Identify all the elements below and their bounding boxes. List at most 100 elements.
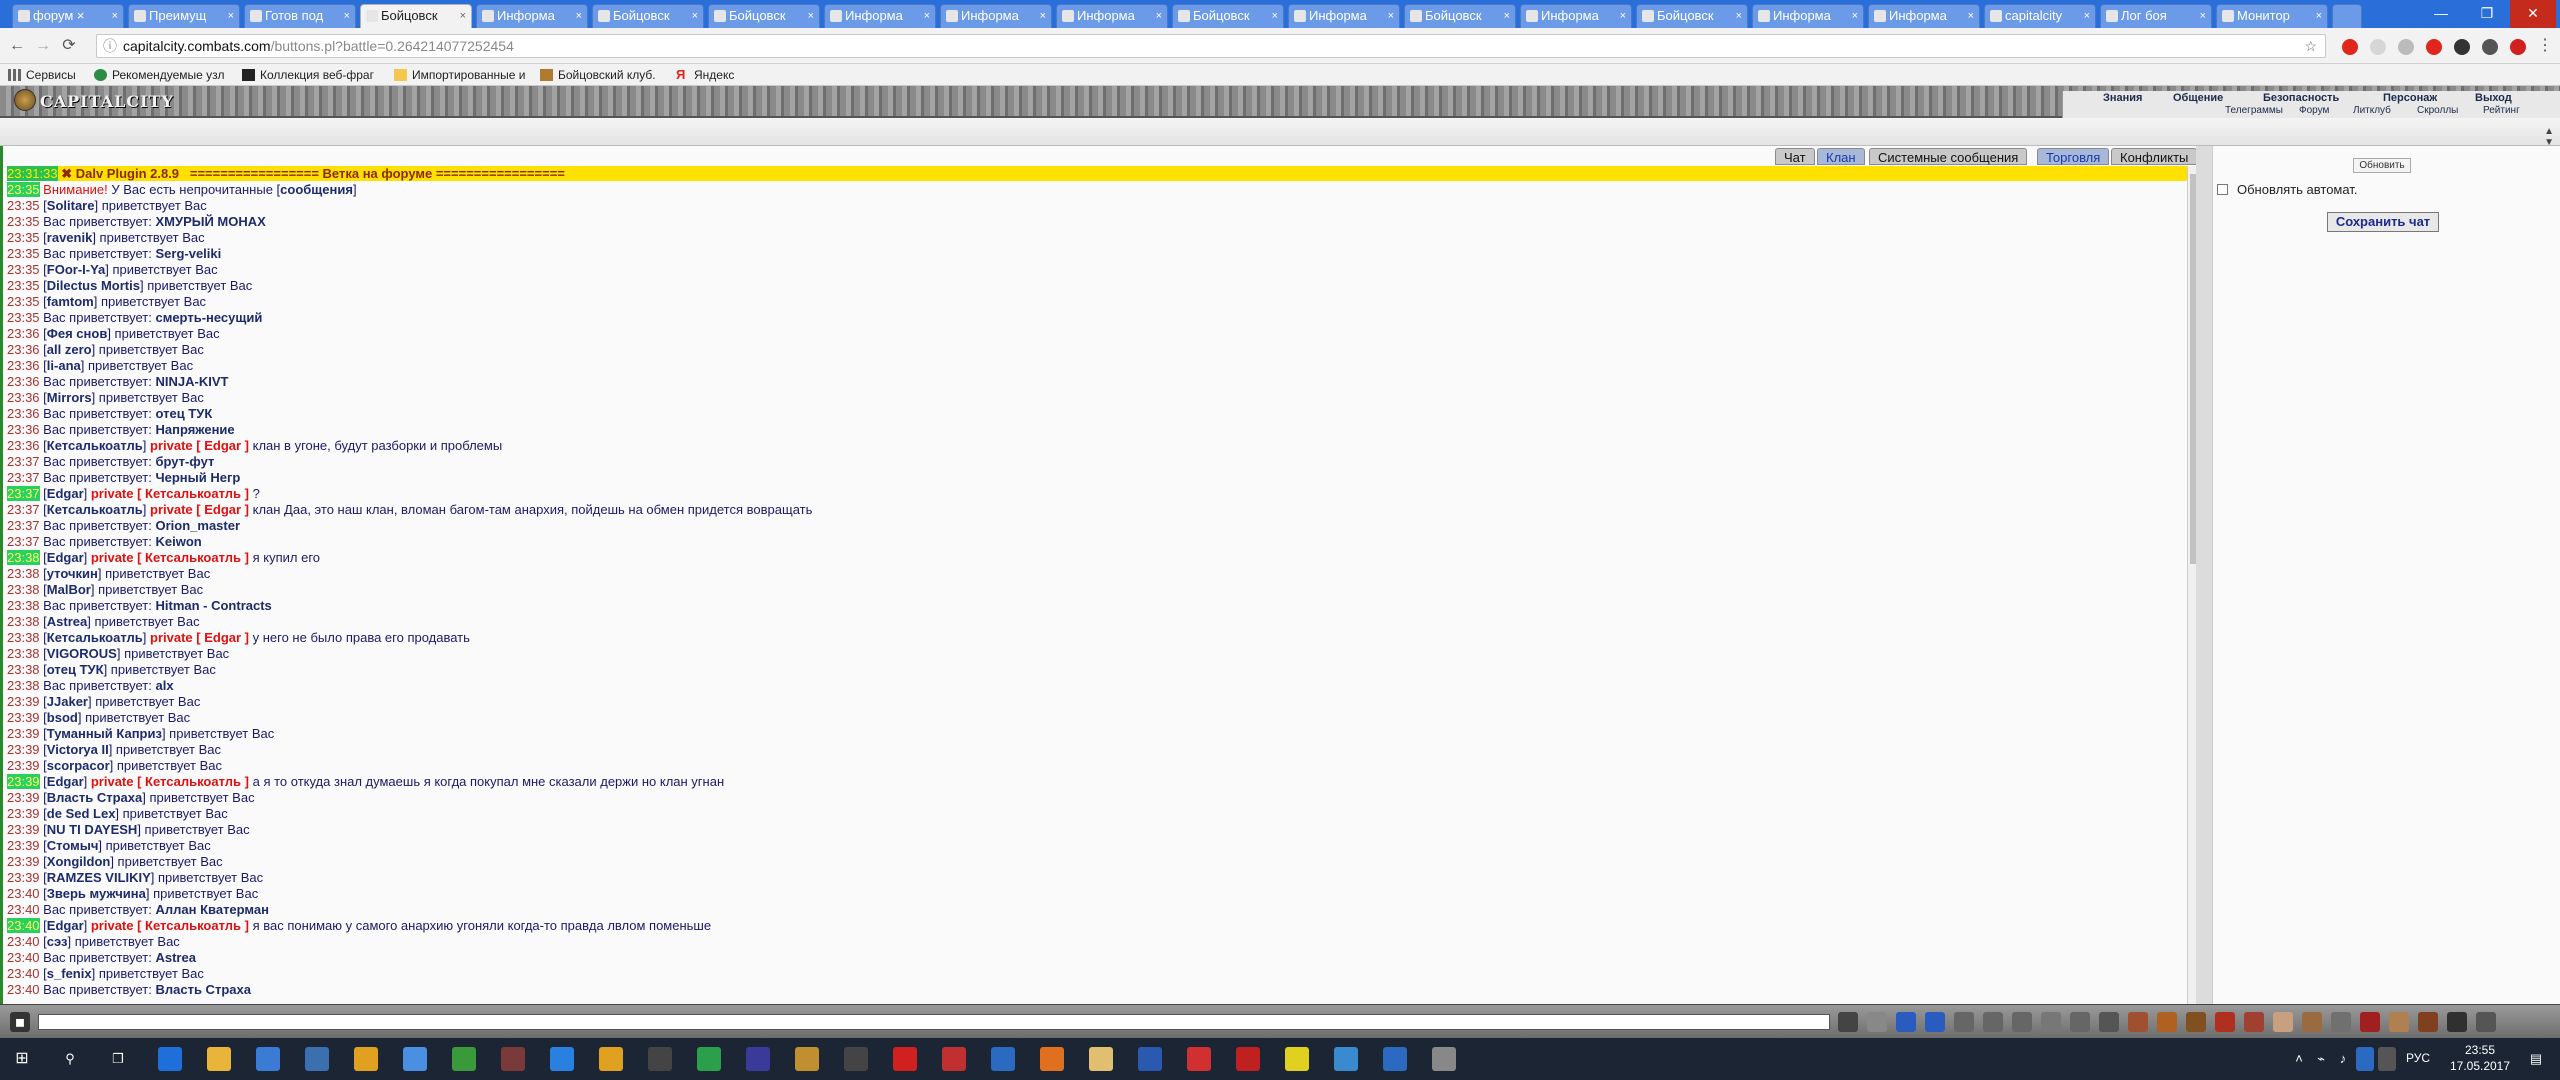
chat-nick[interactable]: Orion_master	[155, 518, 240, 533]
chat-timestamp[interactable]: 23:38	[7, 646, 40, 661]
chat-nick[interactable]: NU TI DAYESH	[47, 822, 138, 837]
refresh-button[interactable]: Обновить	[2353, 158, 2411, 173]
chat-timestamp[interactable]: 23:35	[7, 198, 40, 213]
close-tab-icon[interactable]: ×	[1852, 5, 1858, 27]
menu-exit[interactable]: Выход	[2475, 92, 2512, 104]
close-window-icon[interactable]: ✕	[2510, 0, 2556, 28]
scroll-icon[interactable]	[2186, 1012, 2206, 1032]
browser-tab[interactable]: capitalcity ×	[1984, 4, 2096, 28]
browser-tab[interactable]: Бойцовск ×	[360, 4, 472, 29]
chat-nick[interactable]: уточкин	[47, 566, 98, 581]
chat-nick[interactable]: scorpacor	[47, 758, 110, 773]
private-tag[interactable]: private [ Кетсалькоатль ]	[91, 774, 249, 789]
menu-security[interactable]: Безопасность	[2263, 92, 2339, 104]
private-tag[interactable]: private [ Edgar ]	[150, 630, 249, 645]
chat-timestamp[interactable]: 23:36	[7, 438, 40, 453]
chat-nick[interactable]: смерть-несущий	[155, 310, 262, 325]
browser-menu-icon[interactable]: ⋮	[2534, 36, 2556, 56]
chevron-up-icon[interactable]: ˄	[2290, 1047, 2308, 1071]
chat-nick[interactable]: отец ТУК	[47, 662, 104, 677]
xbox-icon[interactable]	[452, 1047, 476, 1071]
chat-nick[interactable]: Туманный Каприз	[47, 726, 162, 741]
fist-icon[interactable]	[2215, 1012, 2235, 1032]
chat-timestamp[interactable]: 23:35	[7, 262, 40, 277]
bookmark-web-fragments[interactable]: Коллекция веб-фраг	[242, 66, 374, 84]
chat-nick[interactable]: брут-фут	[155, 454, 214, 469]
chat-nick[interactable]: Стомыч	[47, 838, 99, 853]
chat-timestamp[interactable]: 23:39	[7, 774, 40, 789]
chat-timestamp[interactable]: 23:35	[7, 278, 40, 293]
chat-link[interactable]: сообщения	[280, 182, 353, 197]
close-tab-icon[interactable]: ×	[808, 5, 814, 27]
close-tab-icon[interactable]: ×	[1504, 5, 1510, 27]
chat-nick[interactable]: Власть Страха	[47, 790, 142, 805]
trap-icon[interactable]	[2331, 1012, 2351, 1032]
app-icon[interactable]	[1432, 1047, 1456, 1071]
extension-icon[interactable]	[2370, 39, 2386, 55]
explorer-icon[interactable]	[207, 1047, 231, 1071]
browser-tab[interactable]: Информа ×	[1520, 4, 1632, 28]
chat-timestamp[interactable]: 23:39	[7, 758, 40, 773]
browser-tab[interactable]: Бойцовск ×	[708, 4, 820, 28]
chat-nick[interactable]: Кетсалькоатль	[47, 630, 143, 645]
app-icon[interactable]	[746, 1047, 770, 1071]
close-tab-icon[interactable]: ×	[1040, 5, 1046, 27]
browser-tab[interactable]: Монитор ×	[2216, 4, 2328, 28]
browser-tab[interactable]: Информа ×	[1288, 4, 1400, 28]
close-tab-icon[interactable]: ×	[1620, 5, 1626, 27]
chat-timestamp[interactable]: 23:37	[7, 502, 40, 517]
chat-timestamp[interactable]: 23:38	[7, 614, 40, 629]
scrollbar-thumb[interactable]	[2190, 174, 2196, 564]
fire-icon[interactable]	[2128, 1012, 2148, 1032]
yandex-extension-icon[interactable]	[2426, 39, 2442, 55]
translit-icon[interactable]	[2012, 1012, 2032, 1032]
chat-nick[interactable]: alx	[155, 678, 173, 693]
app-icon[interactable]	[1187, 1047, 1211, 1071]
close-tab-icon[interactable]: ×	[1388, 5, 1394, 27]
chat-nick[interactable]: Аллан Кватерман	[155, 902, 268, 917]
chrome-icon[interactable]	[599, 1047, 623, 1071]
browser-tab[interactable]: Информа ×	[476, 4, 588, 28]
chat-nick[interactable]: Edgar	[47, 918, 84, 933]
chat-nick[interactable]: de Sed Lex	[47, 806, 116, 821]
browser-tab[interactable]: форум × ×	[12, 4, 124, 28]
chat-nick[interactable]: JJaker	[47, 694, 88, 709]
notifications-icon[interactable]: ▤	[2524, 1047, 2548, 1071]
chat-timestamp[interactable]: 23:39	[7, 790, 40, 805]
chat-nick[interactable]: Edgar	[47, 550, 84, 565]
incognito-extension-icon[interactable]	[2454, 39, 2470, 55]
mail-icon[interactable]	[403, 1047, 427, 1071]
tab-system-messages[interactable]: Системные сообщения	[1869, 148, 2028, 165]
chat-nick[interactable]: MalBor	[47, 582, 91, 597]
history-icon[interactable]	[2070, 1012, 2090, 1032]
close-tab-icon[interactable]: ×	[1272, 5, 1278, 27]
app-icon[interactable]	[1089, 1047, 1113, 1071]
private-tag[interactable]: private [ Кетсалькоатль ]	[91, 486, 249, 501]
app-tray-icon[interactable]	[2378, 1047, 2396, 1071]
chat-timestamp[interactable]: 23:38	[7, 582, 40, 597]
app-icon[interactable]	[1285, 1047, 1309, 1071]
url-bar[interactable]: ⓘ capitalcity.combats.com/buttons.pl?bat…	[96, 34, 2326, 58]
chat-nick[interactable]: ravenik	[47, 230, 93, 245]
browser-tab[interactable]: Бойцовск ×	[1172, 4, 1284, 28]
close-tab-icon[interactable]: ×	[112, 5, 118, 27]
app-icon[interactable]	[1334, 1047, 1358, 1071]
outlook-icon[interactable]	[1383, 1047, 1407, 1071]
restore-icon[interactable]: ❐	[2464, 0, 2510, 28]
app-icon[interactable]	[991, 1047, 1015, 1071]
tab-trade[interactable]: Торговля	[2037, 148, 2110, 165]
bookmark-star-icon[interactable]: ☆	[2304, 35, 2317, 57]
app-icon[interactable]	[501, 1047, 525, 1071]
chat-nick[interactable]: Зверь мужчина	[47, 886, 146, 901]
chat-timestamp[interactable]: 23:39	[7, 742, 40, 757]
private-tag[interactable]: private [ Кетсалькоатль ]	[91, 550, 249, 565]
browser-tab[interactable]: Информа ×	[1868, 4, 1980, 28]
search-icon[interactable]: ⚲	[58, 1047, 82, 1071]
edge-icon[interactable]	[158, 1047, 182, 1071]
input-language[interactable]: РУС	[2406, 1051, 2430, 1065]
browser-tab[interactable]: Преимущ ×	[128, 4, 240, 28]
app-icon[interactable]	[942, 1047, 966, 1071]
chat-nick[interactable]: Черный Негр	[155, 470, 240, 485]
chat-timestamp[interactable]: 23:40	[7, 982, 40, 997]
chat-nick[interactable]: Кетсалькоатль	[47, 438, 143, 453]
